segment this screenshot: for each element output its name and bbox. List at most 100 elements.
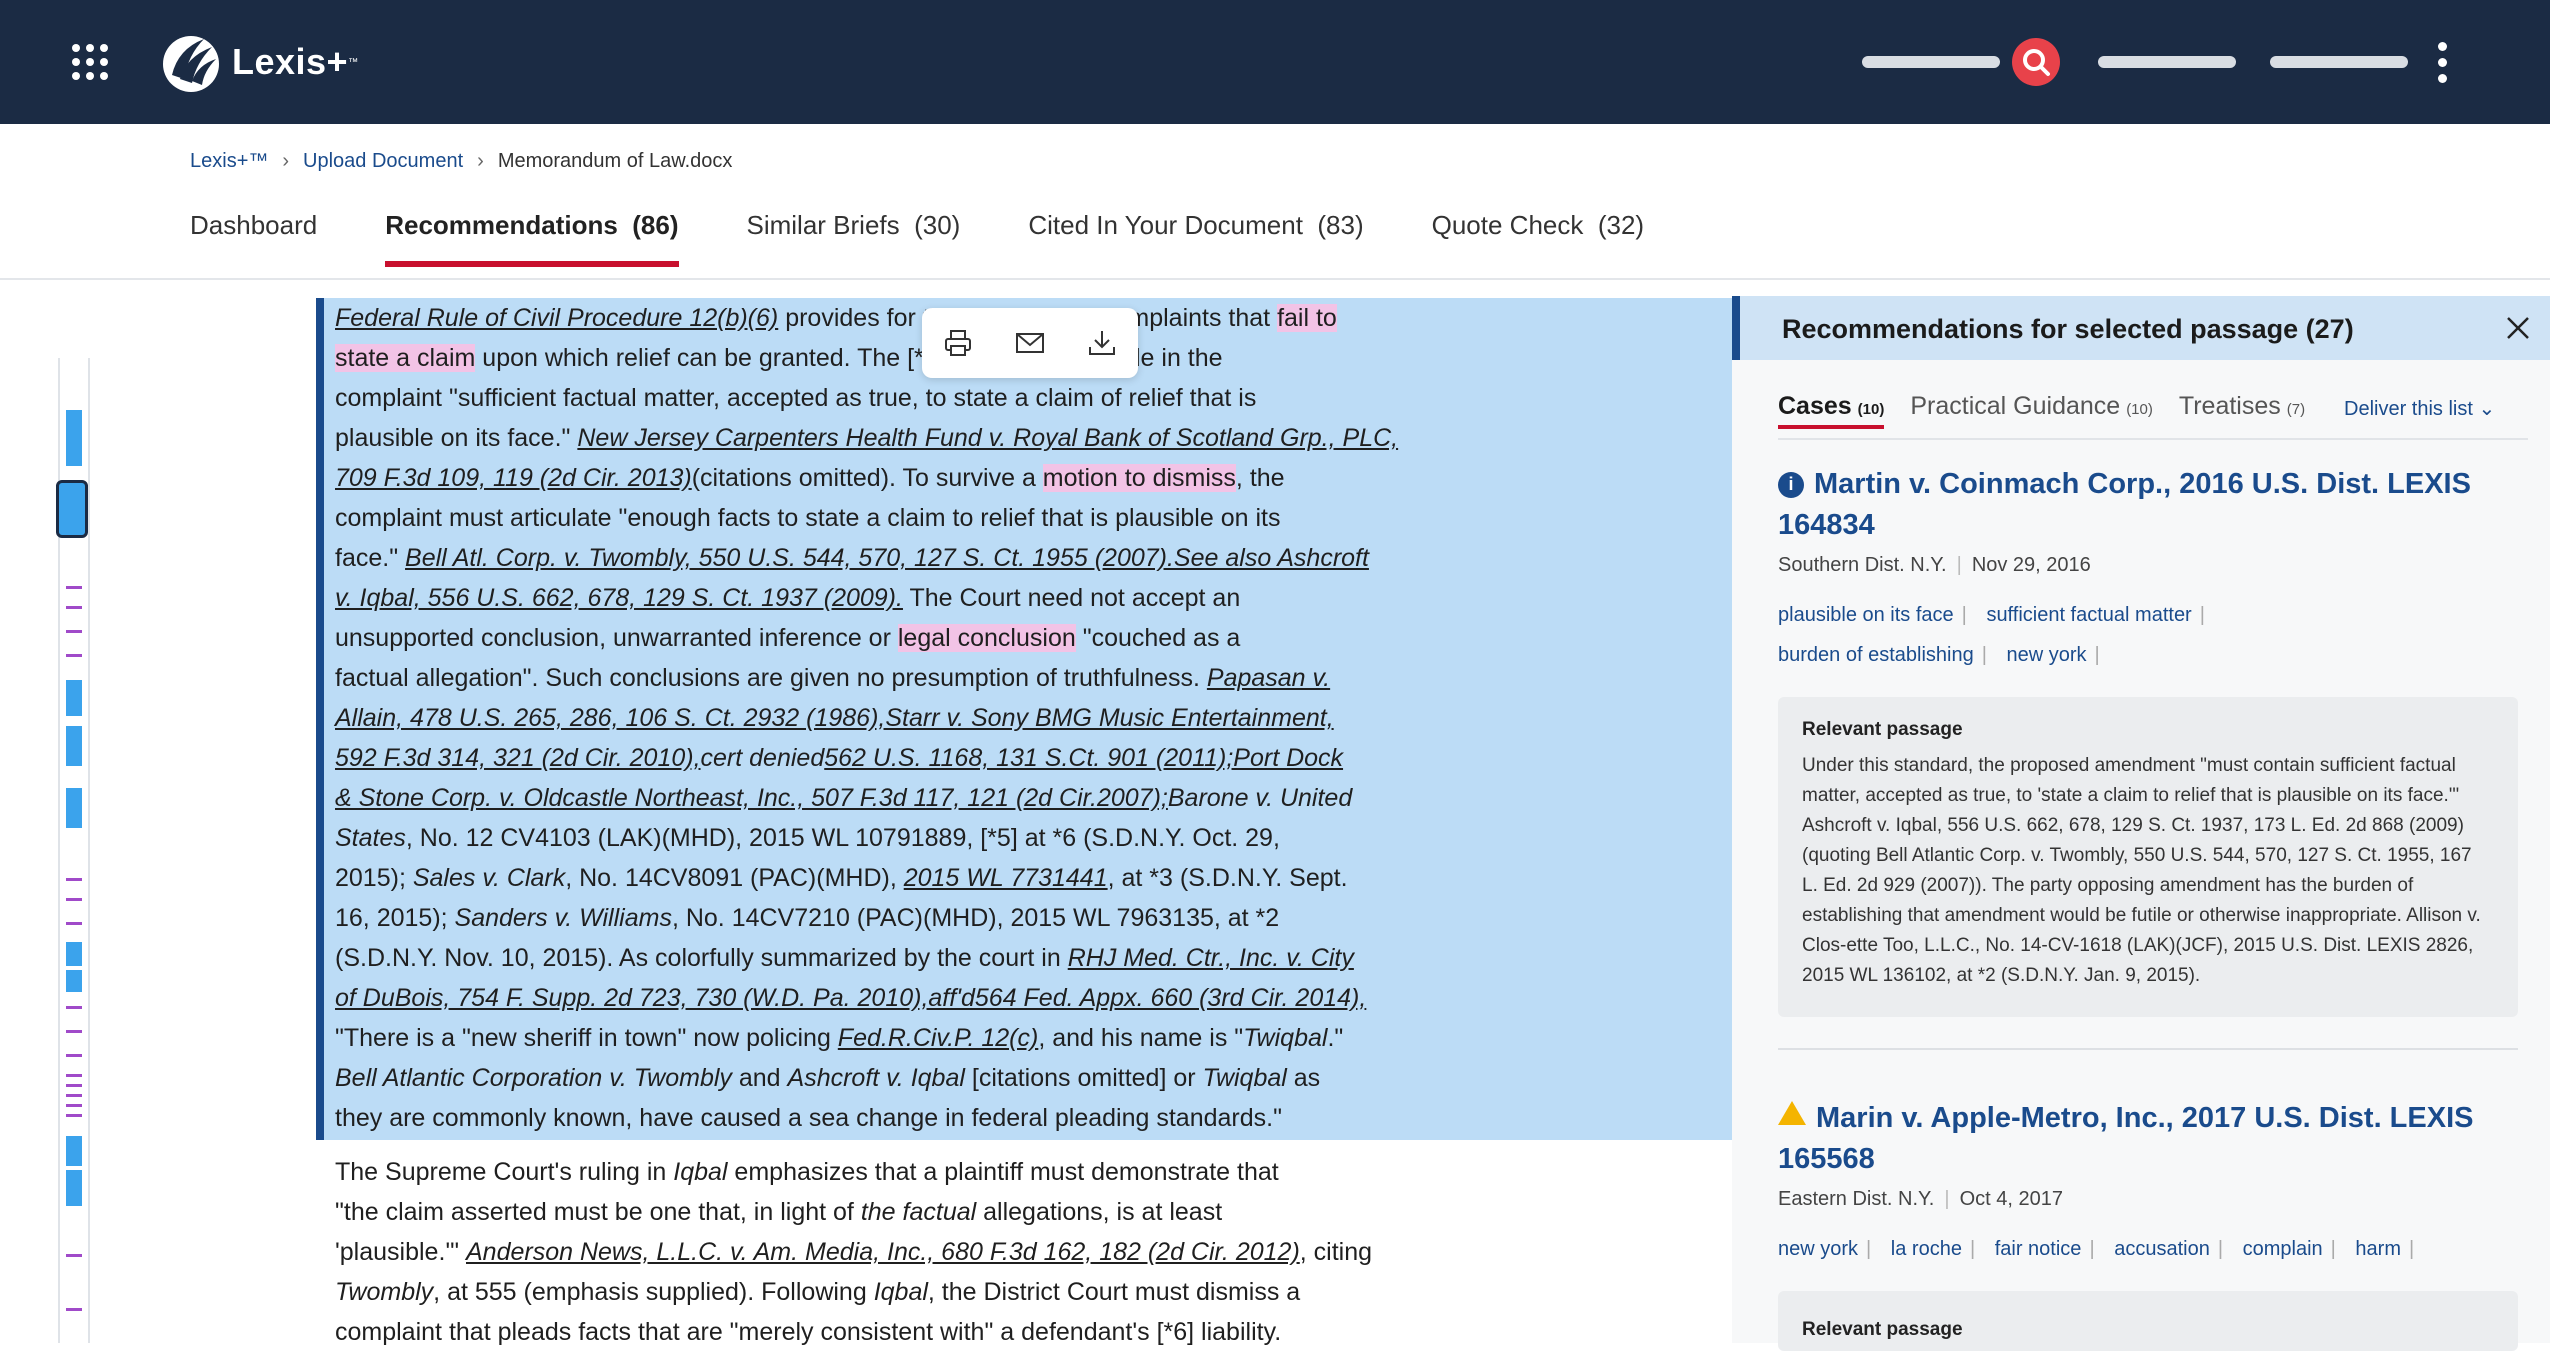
- case-title-link[interactable]: Marin v. Apple-Metro, Inc., 2017 U.S. Di…: [1778, 1098, 2518, 1180]
- case-date: Nov 29, 2016: [1971, 554, 2091, 576]
- close-icon[interactable]: [2504, 314, 2532, 342]
- minimap-highlight: [66, 680, 82, 716]
- case-tag[interactable]: la roche: [1891, 1229, 1962, 1269]
- minimap-marker: [66, 1030, 82, 1033]
- citation-link[interactable]: 2015 WL 7731441: [904, 864, 1108, 892]
- document-line: 2015); Sales v. Clark, No. 14CV8091 (PAC…: [335, 858, 1348, 898]
- breadcrumb-upload-document[interactable]: Upload Document: [303, 150, 463, 173]
- citation-link[interactable]: RHJ Med. Ctr., Inc. v. City: [1068, 944, 1354, 972]
- body-text: as: [1286, 1064, 1321, 1092]
- citation-link[interactable]: Anderson News, L.L.C. v. Am. Media, Inc.…: [466, 1238, 1300, 1266]
- highlighted-term[interactable]: state a claim: [335, 344, 476, 372]
- citation-link[interactable]: v. Iqbal, 556 U.S. 662, 678, 129 S. Ct. …: [335, 584, 903, 612]
- case-tag[interactable]: burden of establishing: [1778, 635, 1974, 675]
- case-tag[interactable]: plausible on its face: [1778, 595, 1954, 635]
- italic-text: Twiqbal: [1202, 1064, 1287, 1092]
- citation-link[interactable]: Federal Rule of Civil Procedure 12(b)(6): [335, 304, 778, 332]
- italic-text: Twombly: [335, 1278, 434, 1306]
- document-line: 'plausible.'" Anderson News, L.L.C. v. A…: [335, 1232, 1372, 1272]
- case-tag[interactable]: accusation: [2114, 1229, 2210, 1269]
- document-minimap[interactable]: [56, 358, 90, 1343]
- citation-link[interactable]: Fed.R.Civ.P. 12(c): [838, 1024, 1039, 1052]
- print-icon[interactable]: [942, 327, 974, 359]
- document-line: (S.D.N.Y. Nov. 10, 2015). As colorfully …: [335, 938, 1354, 978]
- document-line: Twombly, at 555 (emphasis supplied). Fol…: [335, 1272, 1345, 1312]
- case-tag[interactable]: complain: [2243, 1229, 2323, 1269]
- tab-recommendations[interactable]: Recommendations (86): [385, 210, 679, 267]
- tag-separator: |: [2094, 644, 2100, 666]
- more-options-icon[interactable]: [2438, 42, 2448, 83]
- minimap-highlight: [66, 942, 82, 966]
- relevant-passage-label: Relevant passage: [1802, 719, 1963, 740]
- italic-text: Sales v. Clark: [412, 864, 566, 892]
- deliver-list-label: Deliver this list: [2344, 398, 2473, 420]
- body-text: complaint must articulate "enough facts …: [335, 504, 1281, 532]
- tag-separator: |: [1866, 1238, 1872, 1260]
- tab-quote-check[interactable]: Quote Check (32): [1432, 210, 1644, 267]
- case-tag[interactable]: harm: [2355, 1229, 2401, 1269]
- relevant-passage: Relevant passage: [1778, 1291, 2518, 1351]
- body-text: 2015);: [335, 864, 413, 892]
- case-tag[interactable]: new york: [1778, 1229, 1858, 1269]
- citation-link[interactable]: & Stone Corp. v. Oldcastle Northeast, In…: [335, 784, 1168, 812]
- case-tag[interactable]: new york: [2006, 635, 2086, 675]
- minimap-marker: [66, 1084, 82, 1087]
- tab-similar-briefs[interactable]: Similar Briefs (30): [747, 210, 961, 267]
- tab-practical-guidance[interactable]: Practical Guidance (10): [1910, 392, 2153, 421]
- download-icon[interactable]: [1086, 327, 1118, 359]
- document-line: 709 F.3d 109, 119 (2d Cir. 2013)(citatio…: [335, 458, 1345, 498]
- citation-link[interactable]: 562 U.S. 1168, 131 S.Ct. 901 (2011);Port…: [824, 744, 1343, 772]
- citation-link[interactable]: 709 F.3d 109, 119 (2d Cir. 2013): [335, 464, 692, 492]
- selected-passage-bar: [316, 298, 324, 1140]
- tabs-divider: [0, 278, 2550, 280]
- nav-placeholder-2[interactable]: [2098, 56, 2236, 68]
- app-launcher-icon[interactable]: [72, 44, 108, 80]
- citation-link[interactable]: Allain, 478 U.S. 265, 286, 106 S. Ct. 29…: [335, 704, 1334, 732]
- body-text: , the: [1235, 464, 1285, 492]
- tab-cases[interactable]: Cases (10): [1778, 392, 1885, 429]
- chevron-right-icon: ›: [282, 150, 290, 172]
- body-text: factual allegation". Such conclusions ar…: [335, 664, 1207, 692]
- tab-treatises[interactable]: Treatises (7): [2179, 392, 2305, 421]
- minimap-highlight: [66, 1170, 82, 1206]
- document-text[interactable]: Federal Rule of Civil Procedure 12(b)(6)…: [335, 298, 1398, 1352]
- lexis-logo[interactable]: Lexis+ ™: [158, 28, 358, 96]
- lexis-tree-logo-icon: [163, 36, 219, 92]
- nav-placeholder-1[interactable]: [1862, 56, 2000, 68]
- document-line: plausible on its face." New Jersey Carpe…: [335, 418, 1398, 458]
- highlighted-term[interactable]: motion to dismiss: [1042, 464, 1236, 492]
- document-line: face." Bell Atl. Corp. v. Twombly, 550 U…: [335, 538, 1369, 578]
- minimap-viewport-handle[interactable]: [56, 480, 88, 538]
- brand-trademark: ™: [348, 56, 359, 68]
- search-button[interactable]: [2012, 38, 2060, 86]
- citation-link[interactable]: Papasan v.: [1207, 664, 1330, 692]
- highlighted-term[interactable]: fail to: [1277, 304, 1337, 332]
- tab-dashboard[interactable]: Dashboard: [190, 210, 317, 267]
- info-icon: i: [1778, 471, 1804, 498]
- citation-link[interactable]: Bell Atl. Corp. v. Twombly, 550 U.S. 544…: [405, 544, 1369, 572]
- body-text: they are commonly known, have caused a s…: [335, 1104, 1282, 1132]
- email-icon[interactable]: [1014, 327, 1046, 359]
- tab-cases-label: Cases: [1778, 392, 1852, 420]
- citation-link[interactable]: of DuBois, 754 F. Supp. 2d 723, 730 (W.D…: [335, 984, 1366, 1012]
- tab-cited-in-your-document[interactable]: Cited In Your Document (83): [1028, 210, 1363, 267]
- deliver-list-dropdown[interactable]: Deliver this list ⌄: [2344, 396, 2495, 421]
- minimap-marker: [66, 1308, 82, 1311]
- case-court: Eastern Dist. N.Y.: [1778, 1188, 1935, 1210]
- panel-title: Recommendations for selected passage (27…: [1782, 314, 2354, 344]
- highlighted-term[interactable]: legal conclusion: [897, 624, 1076, 652]
- case-tag[interactable]: sufficient factual matter: [1986, 595, 2191, 635]
- citation-link[interactable]: 592 F.3d 314, 321 (2d Cir. 2010),: [335, 744, 701, 772]
- breadcrumb-home[interactable]: Lexis+™: [190, 150, 268, 173]
- document-line: 592 F.3d 314, 321 (2d Cir. 2010),cert de…: [335, 738, 1345, 778]
- citation-link[interactable]: New Jersey Carpenters Health Fund v. Roy…: [577, 424, 1398, 452]
- body-text: The Supreme Court's ruling in: [335, 1158, 674, 1186]
- document-line: States, No. 12 CV4103 (LAK)(MHD), 2015 W…: [335, 818, 1345, 858]
- case-title-link[interactable]: i Martin v. Coinmach Corp., 2016 U.S. Dis…: [1778, 464, 2518, 546]
- case-tag[interactable]: fair notice: [1995, 1229, 2082, 1269]
- minimap-marker: [66, 606, 82, 609]
- body-text: 'plausible.'": [335, 1238, 466, 1266]
- nav-placeholder-3[interactable]: [2270, 56, 2408, 68]
- results-divider: [1778, 1048, 2518, 1050]
- document-line: complaint "sufficient factual matter, ac…: [335, 378, 1345, 418]
